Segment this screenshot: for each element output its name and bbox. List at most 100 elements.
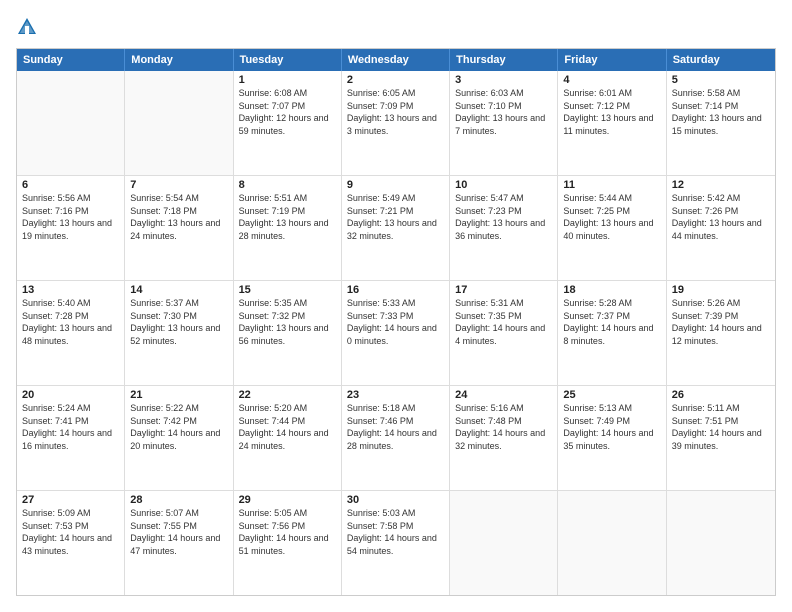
day-number: 20 [22,389,119,401]
day-info: Sunrise: 5:54 AM Sunset: 7:18 PM Dayligh… [130,192,227,242]
calendar-row-1: 6Sunrise: 5:56 AM Sunset: 7:16 PM Daylig… [17,176,775,281]
calendar-cell-8: 8Sunrise: 5:51 AM Sunset: 7:19 PM Daylig… [234,176,342,280]
day-info: Sunrise: 5:47 AM Sunset: 7:23 PM Dayligh… [455,192,552,242]
day-number: 12 [672,179,770,191]
logo-icon [16,16,38,38]
calendar-cell-empty-4-6 [667,491,775,595]
calendar-cell-3: 3Sunrise: 6:03 AM Sunset: 7:10 PM Daylig… [450,71,558,175]
header-day-wednesday: Wednesday [342,49,450,71]
calendar-cell-30: 30Sunrise: 5:03 AM Sunset: 7:58 PM Dayli… [342,491,450,595]
day-info: Sunrise: 5:33 AM Sunset: 7:33 PM Dayligh… [347,297,444,347]
day-number: 25 [563,389,660,401]
day-number: 22 [239,389,336,401]
day-number: 29 [239,494,336,506]
calendar-cell-15: 15Sunrise: 5:35 AM Sunset: 7:32 PM Dayli… [234,281,342,385]
day-number: 21 [130,389,227,401]
day-info: Sunrise: 5:20 AM Sunset: 7:44 PM Dayligh… [239,402,336,452]
calendar-cell-4: 4Sunrise: 6:01 AM Sunset: 7:12 PM Daylig… [558,71,666,175]
calendar: SundayMondayTuesdayWednesdayThursdayFrid… [16,48,776,596]
day-info: Sunrise: 5:28 AM Sunset: 7:37 PM Dayligh… [563,297,660,347]
day-info: Sunrise: 5:37 AM Sunset: 7:30 PM Dayligh… [130,297,227,347]
calendar-cell-27: 27Sunrise: 5:09 AM Sunset: 7:53 PM Dayli… [17,491,125,595]
day-info: Sunrise: 6:05 AM Sunset: 7:09 PM Dayligh… [347,87,444,137]
day-info: Sunrise: 5:44 AM Sunset: 7:25 PM Dayligh… [563,192,660,242]
calendar-cell-24: 24Sunrise: 5:16 AM Sunset: 7:48 PM Dayli… [450,386,558,490]
calendar-row-2: 13Sunrise: 5:40 AM Sunset: 7:28 PM Dayli… [17,281,775,386]
calendar-cell-6: 6Sunrise: 5:56 AM Sunset: 7:16 PM Daylig… [17,176,125,280]
day-number: 2 [347,74,444,86]
calendar-cell-empty-4-4 [450,491,558,595]
day-number: 18 [563,284,660,296]
calendar-cell-20: 20Sunrise: 5:24 AM Sunset: 7:41 PM Dayli… [17,386,125,490]
calendar-cell-11: 11Sunrise: 5:44 AM Sunset: 7:25 PM Dayli… [558,176,666,280]
calendar-cell-12: 12Sunrise: 5:42 AM Sunset: 7:26 PM Dayli… [667,176,775,280]
day-info: Sunrise: 5:35 AM Sunset: 7:32 PM Dayligh… [239,297,336,347]
day-info: Sunrise: 6:08 AM Sunset: 7:07 PM Dayligh… [239,87,336,137]
calendar-cell-28: 28Sunrise: 5:07 AM Sunset: 7:55 PM Dayli… [125,491,233,595]
day-number: 30 [347,494,444,506]
header [16,16,776,38]
day-number: 19 [672,284,770,296]
day-number: 7 [130,179,227,191]
calendar-cell-2: 2Sunrise: 6:05 AM Sunset: 7:09 PM Daylig… [342,71,450,175]
day-number: 5 [672,74,770,86]
calendar-cell-22: 22Sunrise: 5:20 AM Sunset: 7:44 PM Dayli… [234,386,342,490]
day-number: 27 [22,494,119,506]
calendar-row-3: 20Sunrise: 5:24 AM Sunset: 7:41 PM Dayli… [17,386,775,491]
day-info: Sunrise: 5:22 AM Sunset: 7:42 PM Dayligh… [130,402,227,452]
calendar-cell-18: 18Sunrise: 5:28 AM Sunset: 7:37 PM Dayli… [558,281,666,385]
calendar-cell-19: 19Sunrise: 5:26 AM Sunset: 7:39 PM Dayli… [667,281,775,385]
day-info: Sunrise: 5:13 AM Sunset: 7:49 PM Dayligh… [563,402,660,452]
calendar-cell-14: 14Sunrise: 5:37 AM Sunset: 7:30 PM Dayli… [125,281,233,385]
header-day-monday: Monday [125,49,233,71]
day-info: Sunrise: 6:01 AM Sunset: 7:12 PM Dayligh… [563,87,660,137]
day-number: 1 [239,74,336,86]
day-number: 10 [455,179,552,191]
calendar-cell-26: 26Sunrise: 5:11 AM Sunset: 7:51 PM Dayli… [667,386,775,490]
day-number: 4 [563,74,660,86]
calendar-cell-9: 9Sunrise: 5:49 AM Sunset: 7:21 PM Daylig… [342,176,450,280]
day-info: Sunrise: 5:24 AM Sunset: 7:41 PM Dayligh… [22,402,119,452]
day-info: Sunrise: 5:11 AM Sunset: 7:51 PM Dayligh… [672,402,770,452]
calendar-header: SundayMondayTuesdayWednesdayThursdayFrid… [17,49,775,71]
page: SundayMondayTuesdayWednesdayThursdayFrid… [0,0,792,612]
header-day-thursday: Thursday [450,49,558,71]
calendar-cell-7: 7Sunrise: 5:54 AM Sunset: 7:18 PM Daylig… [125,176,233,280]
day-info: Sunrise: 5:09 AM Sunset: 7:53 PM Dayligh… [22,507,119,557]
day-number: 3 [455,74,552,86]
day-number: 26 [672,389,770,401]
day-number: 8 [239,179,336,191]
calendar-cell-17: 17Sunrise: 5:31 AM Sunset: 7:35 PM Dayli… [450,281,558,385]
calendar-body: 1Sunrise: 6:08 AM Sunset: 7:07 PM Daylig… [17,71,775,595]
calendar-cell-empty-0-0 [17,71,125,175]
calendar-cell-16: 16Sunrise: 5:33 AM Sunset: 7:33 PM Dayli… [342,281,450,385]
calendar-cell-1: 1Sunrise: 6:08 AM Sunset: 7:07 PM Daylig… [234,71,342,175]
day-info: Sunrise: 5:51 AM Sunset: 7:19 PM Dayligh… [239,192,336,242]
day-info: Sunrise: 5:40 AM Sunset: 7:28 PM Dayligh… [22,297,119,347]
calendar-cell-5: 5Sunrise: 5:58 AM Sunset: 7:14 PM Daylig… [667,71,775,175]
calendar-cell-empty-4-5 [558,491,666,595]
header-day-tuesday: Tuesday [234,49,342,71]
logo [16,16,42,38]
header-day-friday: Friday [558,49,666,71]
day-number: 13 [22,284,119,296]
day-info: Sunrise: 5:42 AM Sunset: 7:26 PM Dayligh… [672,192,770,242]
day-number: 17 [455,284,552,296]
calendar-cell-21: 21Sunrise: 5:22 AM Sunset: 7:42 PM Dayli… [125,386,233,490]
day-number: 28 [130,494,227,506]
calendar-cell-13: 13Sunrise: 5:40 AM Sunset: 7:28 PM Dayli… [17,281,125,385]
day-info: Sunrise: 5:26 AM Sunset: 7:39 PM Dayligh… [672,297,770,347]
day-number: 9 [347,179,444,191]
calendar-row-0: 1Sunrise: 6:08 AM Sunset: 7:07 PM Daylig… [17,71,775,176]
calendar-cell-25: 25Sunrise: 5:13 AM Sunset: 7:49 PM Dayli… [558,386,666,490]
header-day-sunday: Sunday [17,49,125,71]
day-info: Sunrise: 5:58 AM Sunset: 7:14 PM Dayligh… [672,87,770,137]
header-day-saturday: Saturday [667,49,775,71]
day-info: Sunrise: 5:18 AM Sunset: 7:46 PM Dayligh… [347,402,444,452]
day-number: 6 [22,179,119,191]
day-info: Sunrise: 5:56 AM Sunset: 7:16 PM Dayligh… [22,192,119,242]
day-number: 11 [563,179,660,191]
calendar-row-4: 27Sunrise: 5:09 AM Sunset: 7:53 PM Dayli… [17,491,775,595]
day-info: Sunrise: 5:03 AM Sunset: 7:58 PM Dayligh… [347,507,444,557]
day-number: 23 [347,389,444,401]
